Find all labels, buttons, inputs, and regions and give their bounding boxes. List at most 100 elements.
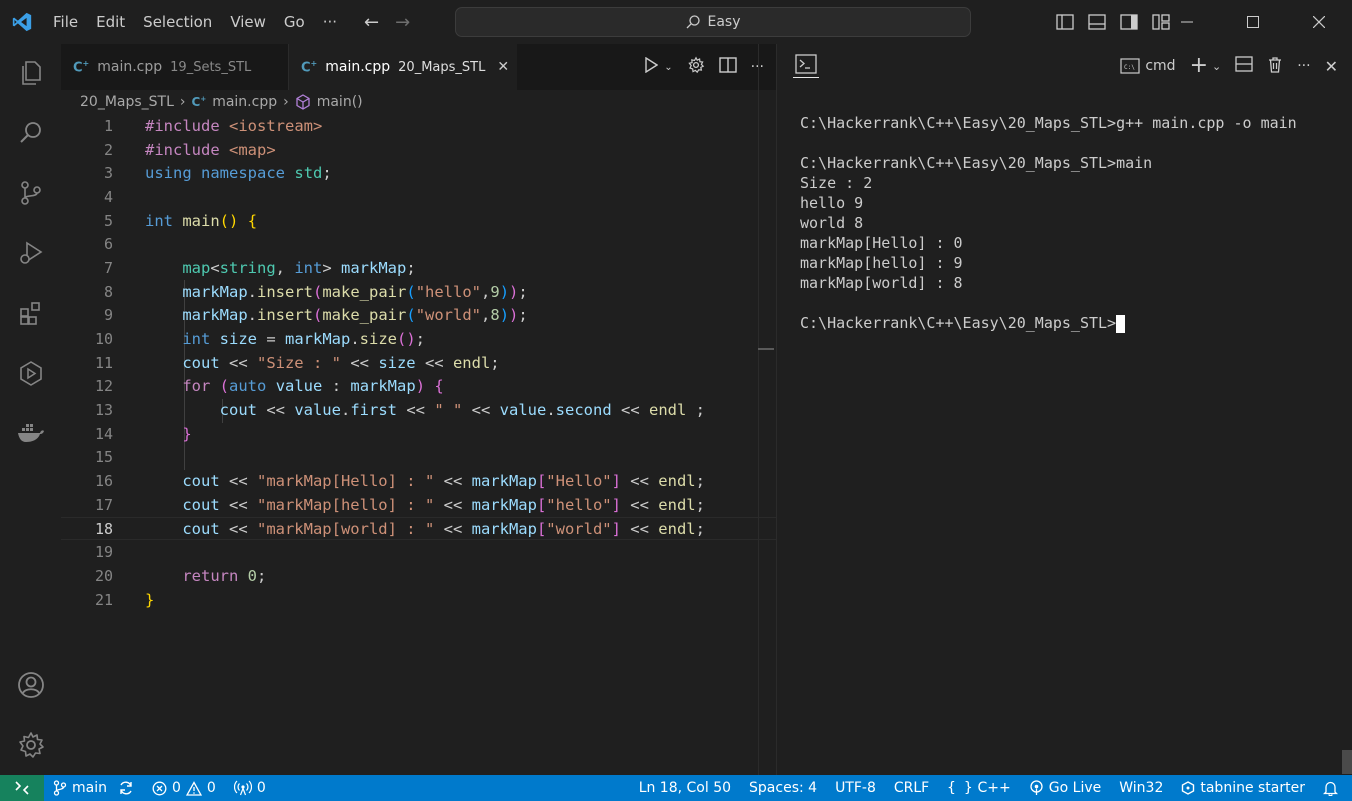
- kill-terminal-button[interactable]: [1267, 56, 1283, 77]
- search-icon: [687, 15, 701, 29]
- chevron-down-icon[interactable]: ⌄: [1212, 60, 1221, 73]
- remote-explorer-icon: [19, 361, 42, 386]
- terminal-scrollbar[interactable]: [1342, 750, 1352, 774]
- back-arrow-icon[interactable]: ←: [364, 12, 379, 33]
- remote-indicator[interactable]: [0, 775, 44, 801]
- menu-edit[interactable]: Edit: [87, 0, 134, 44]
- run-options-chevron-icon[interactable]: ⌄: [664, 62, 672, 73]
- accounts-button[interactable]: [0, 661, 61, 709]
- breadcrumb-file[interactable]: main.cpp: [212, 94, 277, 110]
- source-control-icon: [20, 181, 41, 205]
- forward-arrow-icon[interactable]: →: [395, 12, 410, 33]
- editor-tabs: C+ main.cpp 19_Sets_STL C+ main.cpp 20_M…: [61, 44, 776, 90]
- extensions-icon: [19, 302, 40, 325]
- maximize-panel-button[interactable]: [1235, 56, 1253, 76]
- run-file-button[interactable]: [644, 56, 659, 77]
- docker-button[interactable]: [0, 409, 61, 457]
- language-mode[interactable]: { } C++: [938, 775, 1020, 801]
- platform-indicator[interactable]: Win32: [1110, 775, 1172, 801]
- docker-icon: [17, 424, 44, 442]
- scroll-position-marker: [758, 348, 774, 350]
- indentation[interactable]: Spaces: 4: [740, 775, 826, 801]
- minimize-button[interactable]: [1154, 0, 1220, 44]
- line-number: 1: [103, 116, 113, 135]
- cpp-file-icon: C+: [73, 58, 90, 76]
- manage-button[interactable]: [0, 721, 61, 769]
- account-icon: [17, 672, 44, 698]
- overview-ruler[interactable]: [758, 44, 759, 775]
- tab-folder: 20_Maps_STL: [398, 59, 486, 75]
- tabnine-indicator[interactable]: tabnine starter: [1172, 775, 1314, 801]
- maximize-button[interactable]: [1220, 0, 1286, 44]
- shell-label: cmd: [1145, 58, 1176, 74]
- close-tab-icon[interactable]: ✕: [497, 59, 509, 75]
- tab-main-cpp-maps[interactable]: C+ main.cpp 20_Maps_STL ✕: [289, 44, 517, 90]
- toggle-secondary-sidebar-icon[interactable]: [1120, 14, 1138, 30]
- go-live-button[interactable]: Go Live: [1020, 775, 1110, 801]
- code-line: 12 for (auto value : markMap) {: [61, 375, 776, 399]
- toggle-panel-icon[interactable]: [1088, 14, 1106, 30]
- terminal-line: Size : 2: [800, 174, 873, 192]
- close-window-button[interactable]: [1286, 0, 1352, 44]
- git-branch-icon: [53, 780, 67, 796]
- encoding[interactable]: UTF-8: [826, 775, 885, 801]
- configure-button[interactable]: [687, 56, 705, 78]
- problems-indicator[interactable]: 0 0: [143, 775, 225, 801]
- files-icon: [21, 61, 41, 85]
- breadcrumb-symbol[interactable]: main(): [317, 94, 363, 110]
- line-number: 6: [103, 235, 113, 254]
- tab-main-cpp-sets[interactable]: C+ main.cpp 19_Sets_STL: [61, 44, 289, 90]
- warning-count: 0: [206, 780, 216, 796]
- code-line: 10 int size = markMap.size();: [61, 327, 776, 351]
- menu-more[interactable]: ···: [314, 0, 346, 44]
- remote-explorer-button[interactable]: [0, 349, 61, 397]
- broadcast-icon: [233, 780, 252, 796]
- split-editor-icon: [718, 57, 737, 73]
- terminal-icon: [795, 54, 817, 74]
- command-center-search[interactable]: Easy: [455, 7, 971, 37]
- ports-count: 0: [256, 780, 266, 796]
- cmd-icon: C:\: [1120, 58, 1140, 74]
- notifications-button[interactable]: [1314, 775, 1352, 801]
- end-of-line[interactable]: CRLF: [885, 775, 938, 801]
- terminal-line: markMap[Hello] : 0: [800, 234, 963, 252]
- language-label: C++: [977, 780, 1011, 796]
- code-line: 11 cout << "Size : " << size << endl;: [61, 351, 776, 375]
- menu-file[interactable]: File: [44, 0, 87, 44]
- menu-view[interactable]: View: [221, 0, 275, 44]
- braces-icon: { }: [947, 780, 973, 796]
- explorer-button[interactable]: [0, 49, 61, 97]
- command-center-text: Easy: [707, 14, 741, 30]
- terminal-cursor: [1116, 314, 1126, 333]
- terminal-output[interactable]: C:\Hackerrank\C++\Easy\20_Maps_STL>g++ m…: [800, 113, 1297, 333]
- terminal-shell-selector[interactable]: C:\ cmd: [1120, 58, 1176, 74]
- more-actions-icon[interactable]: ···: [1297, 58, 1310, 74]
- line-number: 16: [94, 472, 113, 491]
- extensions-button[interactable]: [0, 289, 61, 337]
- menu-selection[interactable]: Selection: [134, 0, 221, 44]
- code-editor[interactable]: 1 #include <iostream> 2 #include <map> 3 us…: [61, 114, 776, 611]
- menu-go[interactable]: Go: [275, 0, 314, 44]
- new-terminal-icon[interactable]: +: [1190, 55, 1208, 77]
- run-debug-icon: [19, 241, 42, 264]
- ports-indicator[interactable]: 0: [225, 775, 275, 801]
- terminal-line: C:\Hackerrank\C++\Easy\20_Maps_STL>g++ m…: [800, 114, 1297, 132]
- branch-indicator[interactable]: main: [44, 775, 143, 801]
- split-editor-button[interactable]: [718, 57, 737, 77]
- close-icon: [1313, 16, 1325, 28]
- toggle-primary-sidebar-icon[interactable]: [1056, 14, 1074, 30]
- close-panel-icon[interactable]: ✕: [1325, 57, 1338, 76]
- tabnine-icon: [1182, 781, 1195, 795]
- search-button[interactable]: [0, 109, 61, 157]
- tab-folder: 19_Sets_STL: [170, 59, 252, 75]
- sync-icon[interactable]: [118, 780, 134, 796]
- run-debug-button[interactable]: [0, 229, 61, 277]
- breadcrumb-folder[interactable]: 20_Maps_STL: [80, 94, 174, 110]
- breadcrumb: 20_Maps_STL › C+ main.cpp › main(): [80, 90, 363, 114]
- code-line: 21}: [61, 588, 776, 612]
- terminal-tab[interactable]: [793, 54, 819, 78]
- cursor-position[interactable]: Ln 18, Col 50: [630, 775, 740, 801]
- source-control-button[interactable]: [0, 169, 61, 217]
- code-line: 7 map<string, int> markMap;: [61, 256, 776, 280]
